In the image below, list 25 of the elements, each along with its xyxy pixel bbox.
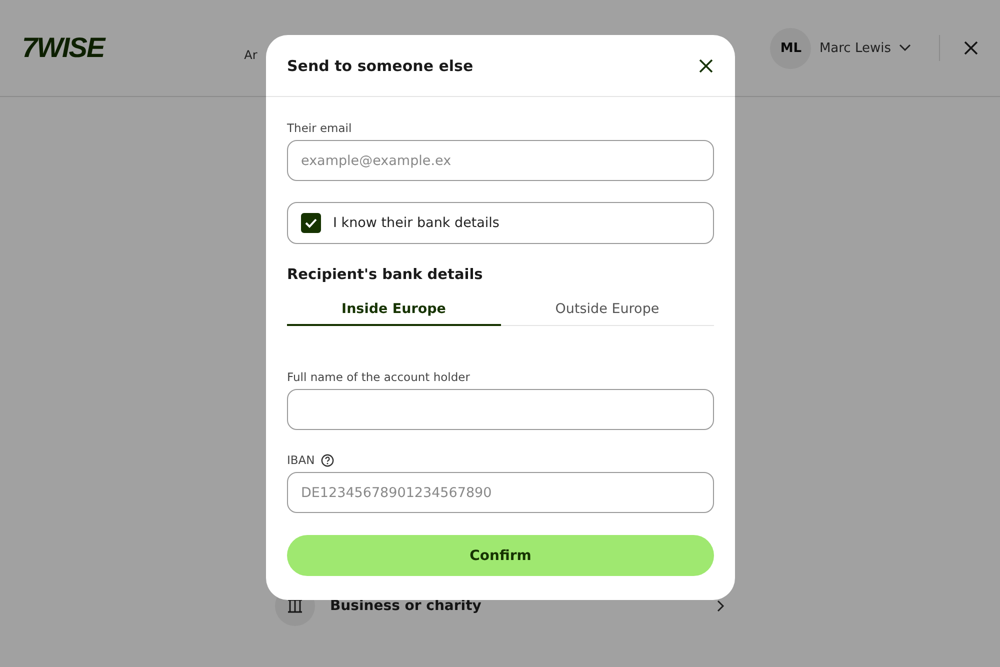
section-title: Recipient's bank details [287, 267, 484, 283]
help-icon[interactable] [320, 454, 334, 466]
account-holder-field[interactable] [287, 389, 714, 430]
field-label: Their email [287, 121, 353, 135]
close-button[interactable] [697, 56, 715, 74]
checkbox-label: I know their bank details [333, 215, 500, 231]
tab[interactable]: Outside Europe [500, 301, 714, 326]
chevron-right-icon[interactable] [717, 600, 725, 612]
iban-field[interactable]: DE12345678901234567890 [287, 472, 714, 513]
checkmark-icon [305, 218, 317, 228]
user-name[interactable]: Marc Lewis [819, 40, 891, 56]
wise-logo[interactable]: 7WISE [22, 32, 104, 64]
field-label: Full name of the account holder [287, 370, 471, 384]
option-label[interactable]: Business or charity [330, 598, 702, 614]
dialog-title: Send to someone else [287, 56, 474, 74]
user-avatar[interactable]: ML [770, 28, 812, 68]
email-field[interactable]: example@example.ex [287, 140, 714, 181]
checkbox[interactable] [301, 213, 321, 233]
nav-text[interactable]: Ar [244, 48, 258, 62]
confirm-button[interactable]: Confirm [287, 535, 714, 576]
field-label: IBAN [287, 453, 315, 467]
bank-details-checkbox-row[interactable]: I know their bank details [287, 202, 714, 244]
chevron-down-icon[interactable] [899, 44, 911, 52]
tab[interactable]: Inside Europe [287, 301, 500, 326]
close-icon[interactable] [964, 41, 978, 55]
